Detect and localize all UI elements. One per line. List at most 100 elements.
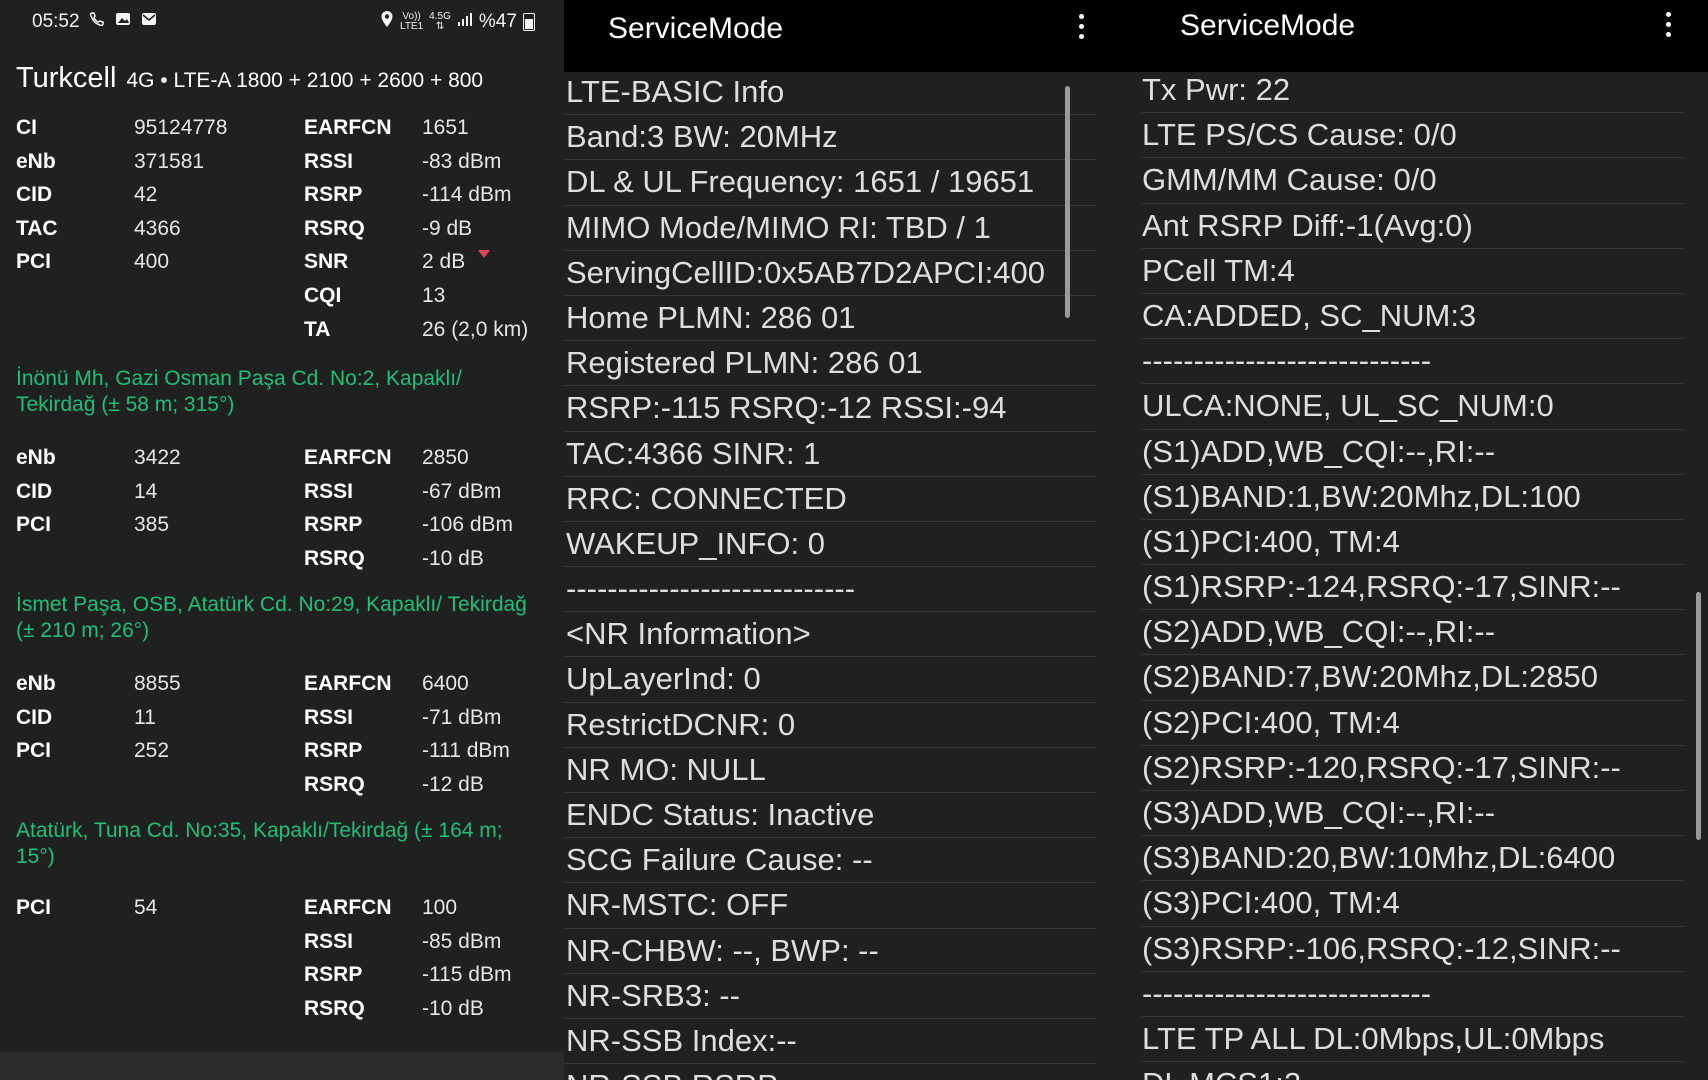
cell-param-value: 385 bbox=[134, 513, 170, 537]
cell-param-label: RSRP bbox=[304, 963, 363, 987]
cell-param-label: eNb bbox=[16, 672, 56, 695]
cell-param-value: 3422 bbox=[134, 446, 181, 469]
cell-param-label: PCI bbox=[16, 896, 52, 919]
cell-param-label: SNR bbox=[304, 250, 349, 274]
service-mode-line: (S1)ADD,WB_CQI:--,RI:-- bbox=[1142, 430, 1684, 475]
service-mode-line: Home PLMN: 286 01 bbox=[564, 296, 1096, 342]
cell-param-label: eNb bbox=[16, 446, 56, 469]
cell-row: CID 11 RSSI -71 dBm bbox=[0, 706, 564, 736]
service-mode-line: (S3)ADD,WB_CQI:--,RI:-- bbox=[1142, 791, 1684, 837]
battery-percent: %47 bbox=[478, 11, 517, 32]
cell-param-label: TA bbox=[304, 317, 331, 341]
cell-row: TAC 4366 RSRQ -9 dB bbox=[0, 217, 564, 247]
service-mode-lines: Tx Pwr: 22 LTE PS/CS Cause: 0/0 GMM/MM Cau… bbox=[1142, 68, 1708, 1080]
cell-param-label: PCI bbox=[16, 250, 52, 274]
service-mode-line: RRC: CONNECTED bbox=[564, 477, 1096, 522]
service-mode-line: RestrictDCNR: 0 bbox=[564, 703, 1096, 748]
scrollbar[interactable] bbox=[1065, 86, 1070, 318]
operator-name: Turkcell bbox=[16, 62, 117, 94]
cell-row: PCI 400 SNR 2 dB bbox=[0, 250, 564, 280]
volte-icon: Vo)) LTE1 bbox=[400, 12, 423, 32]
service-mode-line: Band:3 BW: 20MHz bbox=[564, 115, 1096, 161]
app-title: ServiceMode bbox=[1180, 9, 1356, 42]
gallery-icon bbox=[114, 10, 132, 34]
service-mode-line: WAKEUP_INFO: 0 bbox=[564, 522, 1096, 568]
cell-param-value: -10 dB bbox=[422, 996, 484, 1020]
service-mode-line: LTE TP ALL DL:0Mbps,UL:0Mbps bbox=[1142, 1017, 1684, 1063]
cell-address[interactable]: İnönü Mh, Gazi Osman Paşa Cd. No:2, Kapa… bbox=[16, 366, 546, 418]
cell-param-label: TAC bbox=[16, 216, 58, 240]
service-mode-line: (S2)PCI:400, TM:4 bbox=[1142, 701, 1684, 746]
service-mode-line: Registered PLMN: 286 01 bbox=[564, 341, 1096, 387]
cell-row: eNb 8855 EARFCN 6400 bbox=[0, 672, 564, 702]
cell-param-label: EARFCN bbox=[304, 896, 392, 919]
cell-param-value: -83 dBm bbox=[422, 149, 502, 173]
volte-bottom-label: LTE1 bbox=[400, 21, 424, 32]
operator-technology: 4G • LTE-A 1800 + 2100 + 2600 + 800 bbox=[126, 69, 484, 92]
cell-row: RSSI -85 dBm bbox=[0, 930, 564, 960]
app-bar: ServiceMode bbox=[1140, 0, 1708, 72]
cell-param-value: -67 dBm bbox=[422, 479, 502, 503]
signal-icon bbox=[457, 11, 473, 33]
service-mode-line: NR-SRB3: -- bbox=[564, 974, 1096, 1019]
service-mode-line: NR-SSB RSRP:-- bbox=[564, 1064, 1096, 1080]
4g-call-icon bbox=[88, 10, 106, 34]
cell-param-value: 95124778 bbox=[134, 116, 228, 139]
cell-param-label: CID bbox=[16, 183, 53, 207]
cell-param-label: RSRQ bbox=[304, 772, 365, 796]
cell-param-value: 8855 bbox=[134, 672, 181, 695]
cell-param-value: 2 dB bbox=[422, 250, 466, 274]
service-mode-line: DL & UL Frequency: 1651 / 19651 bbox=[564, 160, 1096, 206]
cell-param-value: -106 dBm bbox=[422, 513, 514, 537]
service-mode-line: (S1)RSRP:-124,RSRQ:-17,SINR:-- bbox=[1142, 565, 1684, 611]
battery-icon bbox=[522, 13, 535, 31]
more-options-icon[interactable] bbox=[1076, 14, 1086, 48]
cell-address[interactable]: İsmet Paşa, OSB, Atatürk Cd. No:29, Kapa… bbox=[16, 592, 546, 644]
cell-param-label: EARFCN bbox=[304, 116, 392, 139]
cell-param-value: -9 dB bbox=[422, 216, 473, 240]
cell-param-value: 42 bbox=[134, 183, 158, 207]
cell-row: TA 26 (2,0 km) bbox=[0, 318, 564, 348]
snr-down-arrow-icon bbox=[478, 250, 490, 259]
cell-param-value: 14 bbox=[134, 479, 158, 503]
service-mode-line: CA:ADDED, SC_NUM:3 bbox=[1142, 294, 1684, 340]
data-arrows-icon: ⇅ bbox=[435, 21, 445, 32]
service-mode-line: (S1)BAND:1,BW:20Mhz,DL:100 bbox=[1142, 475, 1684, 520]
cell-param-label: PCI bbox=[16, 513, 52, 537]
status-time: 05:52 bbox=[32, 11, 80, 32]
cell-param-label: PCI bbox=[16, 739, 52, 763]
cell-param-value: 400 bbox=[134, 250, 170, 274]
service-mode-line: <NR Information> bbox=[564, 612, 1096, 658]
service-mode-line: NR MO: NULL bbox=[564, 748, 1096, 793]
cell-param-label: CID bbox=[16, 705, 53, 729]
cell-param-label: RSRQ bbox=[304, 216, 365, 240]
app-title: ServiceMode bbox=[608, 12, 784, 45]
service-mode-line: LTE-BASIC Info bbox=[564, 70, 1096, 116]
operator-header: Turkcell 4G • LTE-A 1800 + 2100 + 2600 +… bbox=[16, 62, 483, 95]
more-options-icon[interactable] bbox=[1663, 12, 1673, 46]
cell-param-value: 13 bbox=[422, 284, 446, 307]
cell-param-value: 4366 bbox=[134, 216, 181, 240]
cell-row: CID 14 RSSI -67 dBm bbox=[0, 480, 564, 510]
cell-param-label: CI bbox=[16, 116, 37, 139]
cell-row: RSRQ -10 dB bbox=[0, 547, 564, 577]
service-mode-lines: LTE-BASIC Info Band:3 BW: 20MHz DL & UL Fr… bbox=[564, 70, 1140, 1080]
scrollbar[interactable] bbox=[1696, 592, 1701, 840]
cell-param-value: -115 dBm bbox=[422, 963, 512, 987]
service-mode-line: (S1)PCI:400, TM:4 bbox=[1142, 520, 1684, 566]
service-mode-line: MIMO Mode/MIMO RI: TBD / 1 bbox=[564, 206, 1096, 251]
cell-address[interactable]: Atatürk, Tuna Cd. No:35, Kapaklı/Tekirda… bbox=[16, 818, 546, 870]
cell-row: eNb 371581 RSSI -83 dBm bbox=[0, 150, 564, 180]
service-mode-line: UpLayerInd: 0 bbox=[564, 657, 1096, 703]
cell-param-label: RSSI bbox=[304, 479, 354, 503]
service-mode-line: NR-MSTC: OFF bbox=[564, 883, 1096, 929]
cell-param-label: eNb bbox=[16, 149, 56, 173]
service-mode-line: Ant RSRP Diff:-1(Avg:0) bbox=[1142, 204, 1684, 249]
cell-param-label: RSRP bbox=[304, 739, 363, 763]
status-bar: 05:52 bbox=[32, 10, 158, 34]
service-mode-line: ---------------------------- bbox=[1142, 339, 1684, 385]
cell-param-label: RSRQ bbox=[304, 996, 365, 1020]
cell-param-label: RSSI bbox=[304, 705, 354, 729]
cell-param-value: 371581 bbox=[134, 149, 205, 173]
service-mode-line: ENDC Status: Inactive bbox=[564, 793, 1096, 839]
